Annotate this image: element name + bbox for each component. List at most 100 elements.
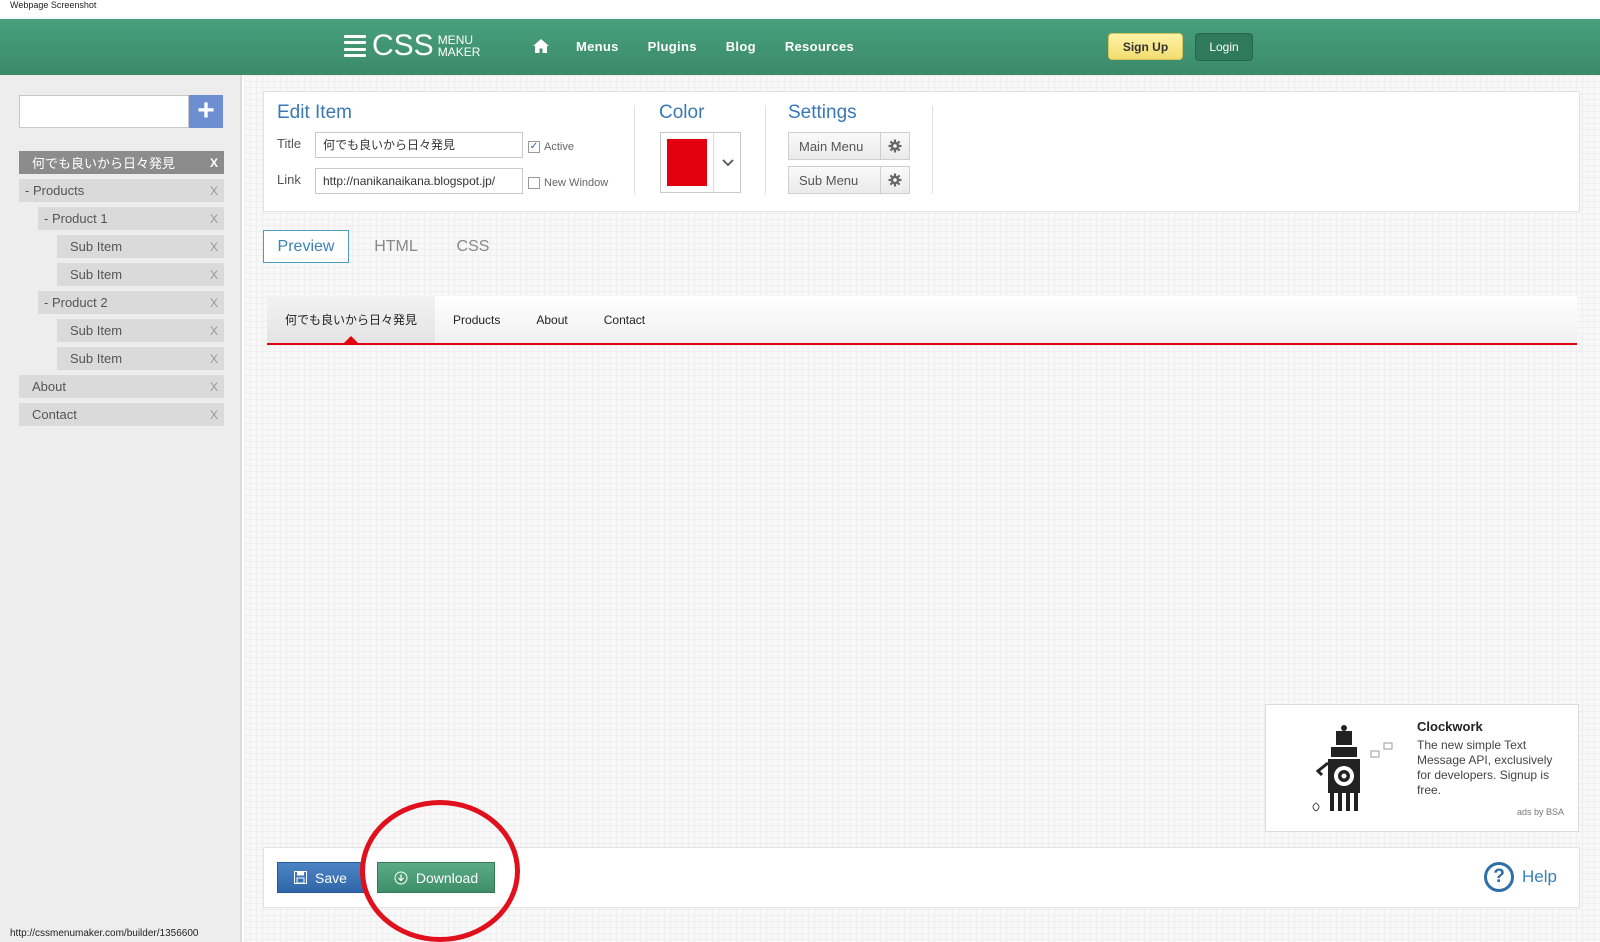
top-navbar: CSS MENU MAKER Menus Plugins Blog Resour… bbox=[0, 19, 1600, 75]
gear-icon[interactable] bbox=[881, 133, 909, 159]
divider bbox=[765, 106, 766, 194]
tree-item-label: - Product 2 bbox=[44, 295, 108, 310]
preview-menu-item-products[interactable]: Products bbox=[435, 296, 518, 343]
signup-button[interactable]: Sign Up bbox=[1108, 33, 1183, 60]
preview-menu-item-home[interactable]: 何でも良いから日々発見 bbox=[267, 296, 436, 345]
sub-menu-settings[interactable]: Sub Menu bbox=[788, 166, 910, 194]
tree-item-label: Sub Item bbox=[70, 351, 123, 366]
preview-menu-label: 何でも良いから日々発見 bbox=[285, 313, 418, 327]
preview-menu-item-contact[interactable]: Contact bbox=[586, 296, 663, 343]
tree-item-contact[interactable]: Contact X bbox=[19, 403, 224, 426]
sponsored-ad[interactable]: Clockwork The new simple Text Message AP… bbox=[1265, 704, 1579, 832]
delete-item-icon[interactable]: X bbox=[210, 324, 218, 338]
color-picker[interactable] bbox=[660, 132, 741, 193]
new-window-label: New Window bbox=[544, 177, 609, 189]
color-swatch[interactable] bbox=[667, 139, 707, 186]
tree-item-about[interactable]: About X bbox=[19, 375, 224, 398]
preview-menu-label: Contact bbox=[603, 312, 646, 327]
help-label: Help bbox=[1522, 867, 1557, 886]
logo-sub-text: MENU MAKER bbox=[438, 34, 481, 58]
new-window-checkbox[interactable]: New Window bbox=[528, 177, 608, 189]
delete-item-icon[interactable]: X bbox=[210, 380, 218, 394]
edit-item-heading: Edit Item bbox=[277, 102, 352, 123]
save-label: Save bbox=[315, 869, 347, 886]
checkbox-checked-icon: ✓ bbox=[528, 141, 540, 153]
tree-item-product-1[interactable]: - Product 1 X bbox=[38, 207, 224, 230]
logo-main-text: CSS bbox=[372, 29, 434, 62]
chevron-down-icon[interactable] bbox=[713, 133, 741, 192]
logo[interactable]: CSS MENU MAKER bbox=[344, 31, 480, 61]
tree-item-label: Sub Item bbox=[70, 239, 123, 254]
color-heading: Color bbox=[659, 102, 705, 123]
tree-item-sub-item[interactable]: Sub Item X bbox=[57, 263, 224, 286]
nav-menus[interactable]: Menus bbox=[576, 39, 619, 54]
logo-sub-line-2: MAKER bbox=[437, 45, 481, 59]
help-link[interactable]: ? Help bbox=[1484, 862, 1557, 892]
tree-item-label: - Products bbox=[25, 183, 85, 198]
preview-menu-label: About bbox=[536, 312, 568, 327]
checkbox-empty-icon bbox=[528, 177, 540, 189]
tab-preview[interactable]: Preview bbox=[263, 230, 349, 263]
title-input[interactable]: 何でも良いから日々発見 bbox=[315, 132, 523, 158]
browser-status-url: http://cssmenumaker.com/builder/1356600 bbox=[10, 928, 199, 939]
ad-title: Clockwork bbox=[1417, 719, 1483, 734]
tree-item-home[interactable]: 何でも良いから日々発見 X bbox=[19, 151, 224, 174]
delete-item-icon[interactable]: X bbox=[210, 184, 218, 198]
divider bbox=[634, 106, 635, 194]
ad-text: The new simple Text Message API, exclusi… bbox=[1417, 738, 1553, 797]
preview-menu-label: Products bbox=[453, 312, 501, 327]
main-nav: Menus Plugins Blog Resources bbox=[532, 37, 883, 55]
preview-menu-item-about[interactable]: About bbox=[518, 296, 585, 343]
tree-item-label: Contact bbox=[32, 407, 77, 422]
delete-item-icon[interactable]: X bbox=[210, 156, 218, 170]
active-checkbox[interactable]: ✓ Active bbox=[528, 141, 574, 153]
login-button[interactable]: Login bbox=[1195, 33, 1253, 61]
sub-menu-label: Sub Menu bbox=[789, 167, 881, 193]
add-item-button[interactable]: + bbox=[189, 95, 223, 128]
highlight-circle-annotation bbox=[360, 800, 520, 942]
delete-item-icon[interactable]: X bbox=[210, 296, 218, 310]
screenshot-caption: Webpage Screenshot bbox=[10, 0, 97, 10]
add-item-row: + bbox=[19, 95, 223, 128]
gear-icon[interactable] bbox=[881, 167, 909, 193]
tree-item-label: - Product 1 bbox=[44, 211, 108, 226]
save-button[interactable]: Save bbox=[277, 862, 364, 893]
nav-plugins[interactable]: Plugins bbox=[648, 39, 697, 54]
tree-item-label: Sub Item bbox=[70, 323, 123, 338]
tree-item-sub-item[interactable]: Sub Item X bbox=[57, 235, 224, 258]
settings-heading: Settings bbox=[788, 102, 857, 123]
delete-item-icon[interactable]: X bbox=[210, 212, 218, 226]
link-input[interactable]: http://nanikanaikana.blogspot.jp/ bbox=[315, 168, 523, 194]
nav-resources[interactable]: Resources bbox=[785, 39, 854, 54]
menu-preview: 何でも良いから日々発見 Products About Contact bbox=[267, 296, 1577, 345]
tree-item-products[interactable]: - Products X bbox=[19, 179, 224, 202]
menu-list-icon bbox=[344, 35, 366, 57]
title-label: Title bbox=[277, 136, 302, 151]
help-question-icon: ? bbox=[1484, 862, 1514, 892]
tree-item-sub-item[interactable]: Sub Item X bbox=[57, 347, 224, 370]
delete-item-icon[interactable]: X bbox=[210, 240, 218, 254]
link-label: Link bbox=[277, 172, 301, 187]
clockwork-robot-icon bbox=[1312, 725, 1393, 812]
ad-attribution[interactable]: ads by BSA bbox=[1517, 807, 1564, 817]
tree-item-label: 何でも良いから日々発見 bbox=[32, 156, 176, 171]
tree-item-sub-item[interactable]: Sub Item X bbox=[57, 319, 224, 342]
tab-css[interactable]: CSS bbox=[448, 230, 498, 263]
menu-tree-sidebar: + bbox=[0, 75, 242, 942]
tree-item-label: Sub Item bbox=[70, 267, 123, 282]
delete-item-icon[interactable]: X bbox=[210, 408, 218, 422]
new-item-input[interactable] bbox=[19, 95, 189, 128]
tab-html[interactable]: HTML bbox=[366, 230, 426, 263]
floppy-disk-icon bbox=[294, 871, 308, 884]
delete-item-icon[interactable]: X bbox=[210, 352, 218, 366]
active-label: Active bbox=[544, 141, 574, 153]
home-icon[interactable] bbox=[532, 37, 550, 55]
tree-item-label: About bbox=[32, 379, 66, 394]
delete-item-icon[interactable]: X bbox=[210, 268, 218, 282]
main-menu-settings[interactable]: Main Menu bbox=[788, 132, 910, 160]
active-arrow-icon bbox=[342, 336, 360, 345]
main-menu-label: Main Menu bbox=[789, 133, 881, 159]
divider bbox=[932, 106, 933, 194]
tree-item-product-2[interactable]: - Product 2 X bbox=[38, 291, 224, 314]
nav-blog[interactable]: Blog bbox=[726, 39, 756, 54]
